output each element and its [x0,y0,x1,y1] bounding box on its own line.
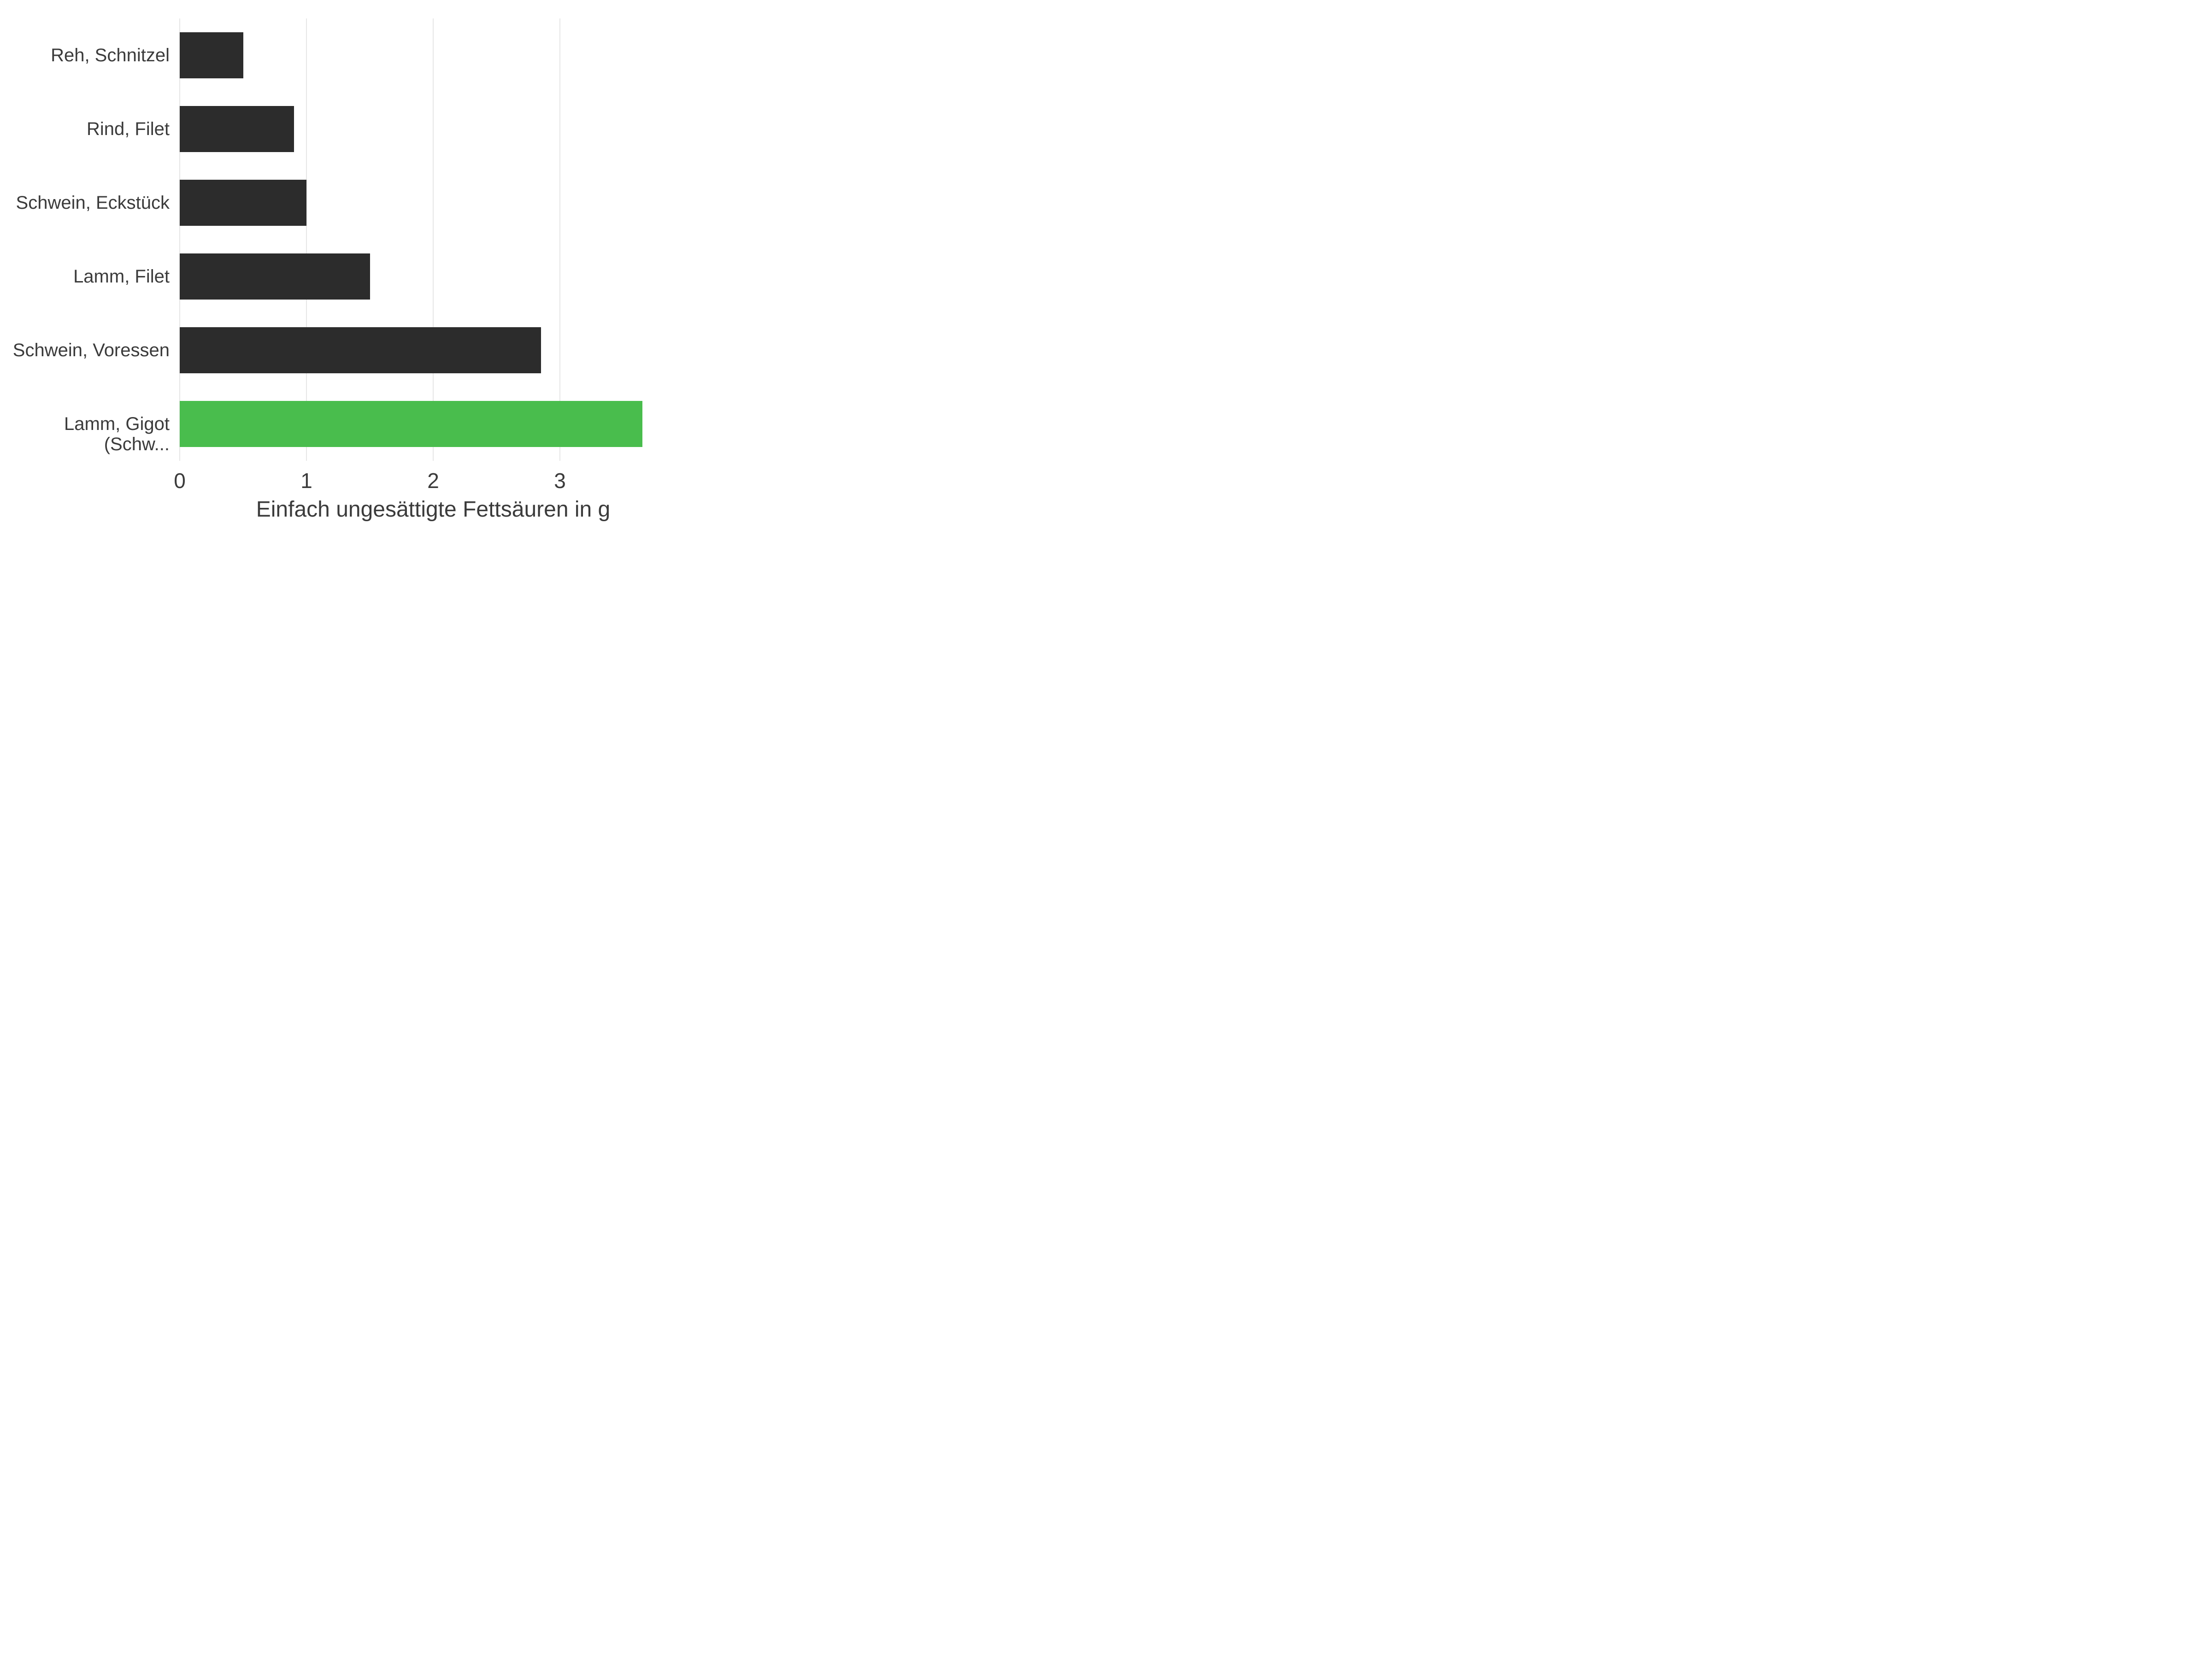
y-tick-label: Reh, Schnitzel [0,45,180,65]
y-tick-label: Lamm, Filet [0,266,180,287]
gridline [559,18,560,461]
plot-area [180,18,687,461]
x-tick-label: 3 [554,468,566,493]
bar [180,253,370,300]
y-tick-label: Schwein, Eckstück [0,193,180,213]
gridline [306,18,307,461]
bar-chart: Einfach ungesättigte Fettsäuren in g Reh… [0,0,708,531]
gridline [433,18,434,461]
bar [180,106,294,152]
x-tick-label: 1 [300,468,312,493]
y-tick-label: Rind, Filet [0,119,180,139]
x-tick-label: 2 [427,468,439,493]
y-tick-label: Lamm, Gigot (Schw... [0,414,180,454]
bar [180,327,541,373]
bar [180,180,306,226]
x-tick-label: 0 [174,468,186,493]
bar-highlight [180,401,642,447]
x-axis-label: Einfach ungesättigte Fettsäuren in g [180,497,687,522]
y-tick-label: Schwein, Voressen [0,340,180,360]
gridline [179,18,180,461]
bar [180,32,243,78]
